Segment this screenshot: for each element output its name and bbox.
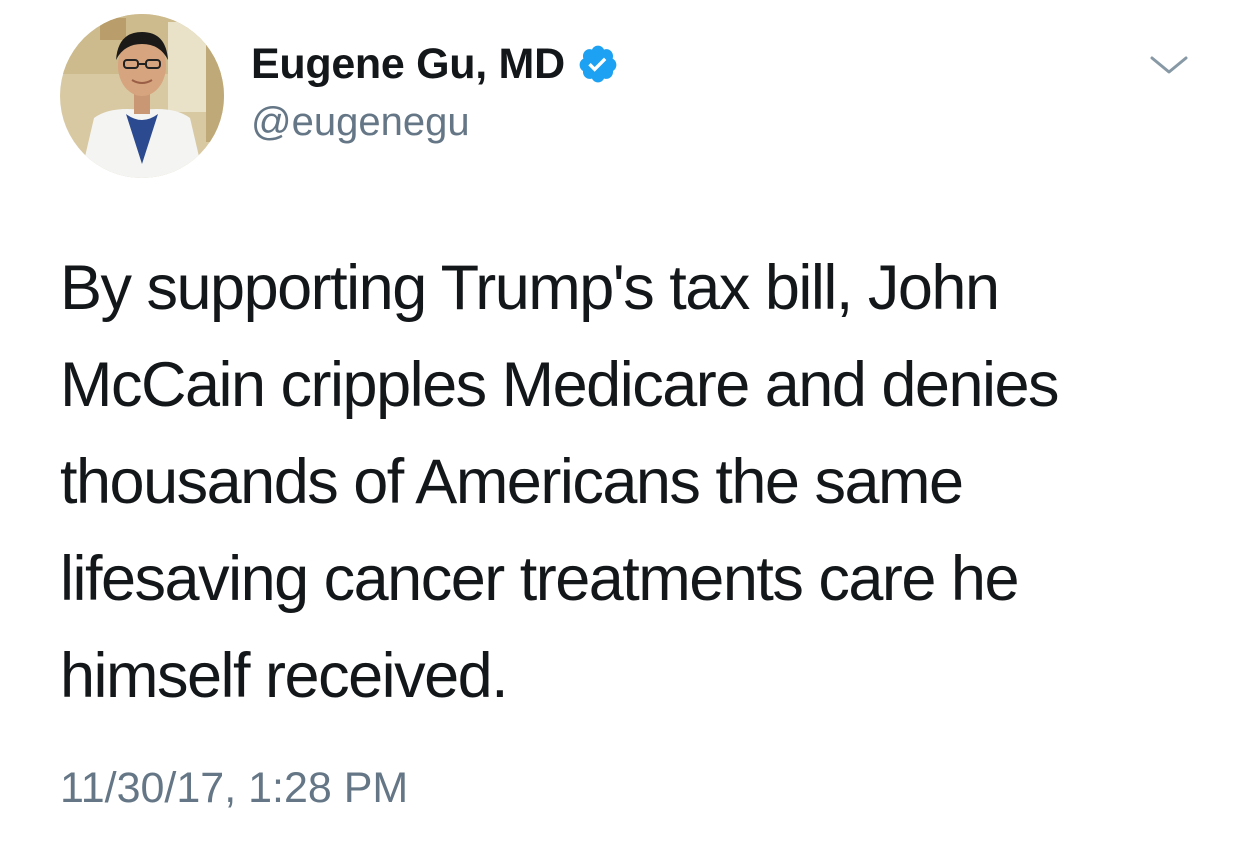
tweet-text-line: McCain cripples Medicare and denies bbox=[60, 350, 1060, 420]
tweet-text-line: thousands of Americans the same bbox=[60, 447, 964, 517]
tweet-timestamp[interactable]: 11/30/17, 1:28 PM bbox=[60, 764, 408, 813]
tweet-text-line: By supporting Trump's tax bill, John bbox=[60, 253, 1000, 323]
verified-badge-icon bbox=[577, 43, 619, 85]
author-handle[interactable]: @eugenegu bbox=[251, 100, 470, 145]
chevron-down-icon[interactable] bbox=[1148, 50, 1190, 80]
author-display-name[interactable]: Eugene Gu, MD bbox=[251, 40, 565, 89]
avatar-photo bbox=[60, 14, 224, 178]
tweet-text: By supporting Trump's tax bill, John McC… bbox=[60, 240, 1200, 725]
tweet-text-line: himself received. bbox=[60, 641, 509, 711]
author-name-row: Eugene Gu, MD bbox=[251, 38, 619, 90]
tweet-text-line: lifesaving cancer treatments care he bbox=[60, 544, 1020, 614]
tweet-card: Eugene Gu, MD @eugenegu By supporting Tr… bbox=[0, 0, 1242, 842]
avatar[interactable] bbox=[60, 14, 224, 178]
